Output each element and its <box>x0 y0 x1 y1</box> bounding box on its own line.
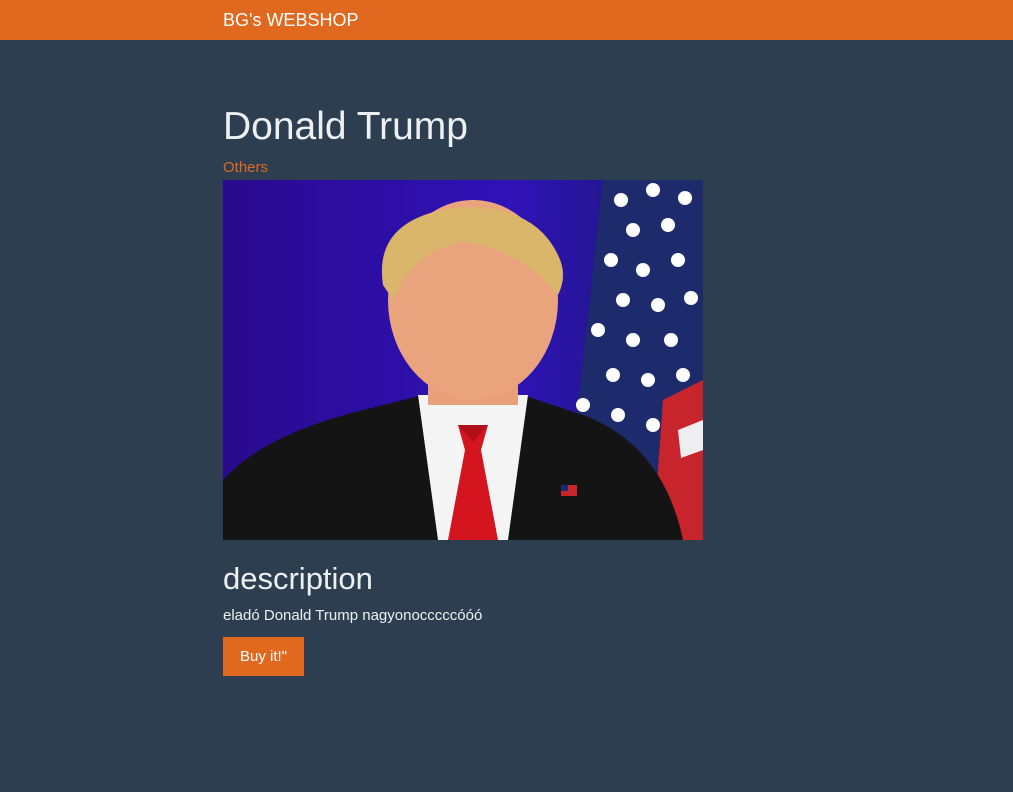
product-image <box>223 180 703 540</box>
product-title: Donald Trump <box>223 105 468 148</box>
description-text: eladó Donald Trump nagyonocccccóóó <box>223 607 483 624</box>
category-link[interactable]: Others <box>223 159 783 177</box>
brand-link[interactable]: BG's WEBSHOP <box>223 9 358 31</box>
buy-button[interactable]: Buy it!" <box>223 637 305 676</box>
product-detail: Donald Trump Others description eladó Do… <box>223 40 783 676</box>
navbar: BG's WEBSHOP <box>0 0 1013 40</box>
description-heading: description <box>223 561 373 596</box>
